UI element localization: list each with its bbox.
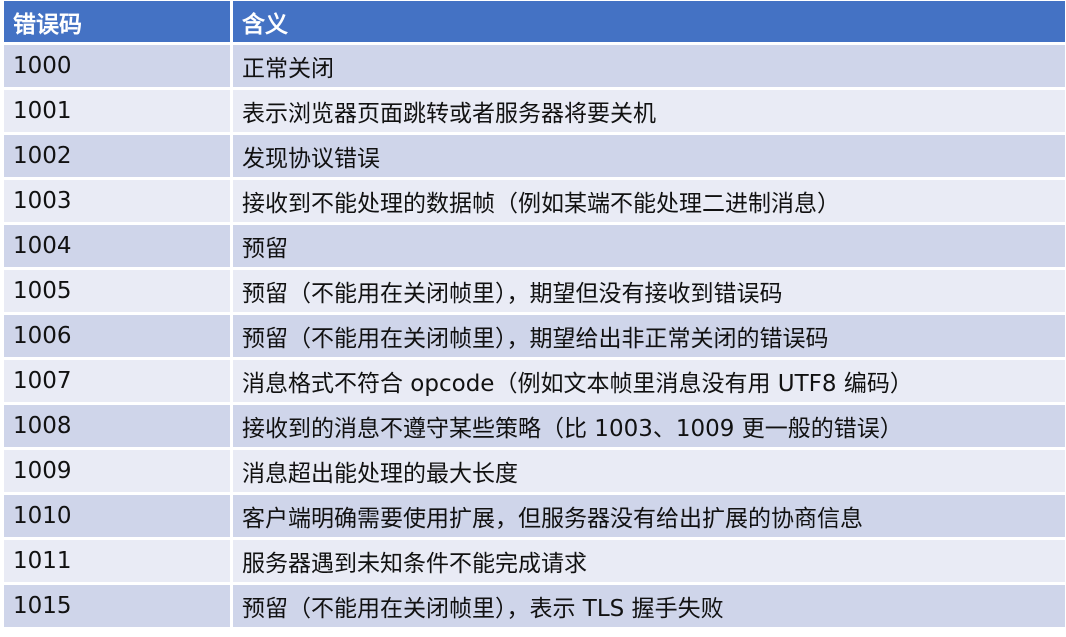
cell-meaning: 服务器遇到未知条件不能完成请求 [233, 540, 1065, 585]
cell-meaning: 客户端明确需要使用扩展，但服务器没有给出扩展的协商信息 [233, 495, 1065, 540]
header-meaning: 含义 [233, 1, 1065, 45]
cell-code: 1005 [4, 270, 233, 315]
error-code-table: 错误码 含义 1000 正常关闭 1001 表示浏览器页面跳转或者服务器将要关机… [4, 1, 1065, 630]
cell-meaning: 正常关闭 [233, 45, 1065, 90]
table-row: 1005 预留（不能用在关闭帧里），期望但没有接收到错误码 [4, 270, 1065, 315]
cell-code: 1009 [4, 450, 233, 495]
cell-code: 1003 [4, 180, 233, 225]
table-row: 1004 预留 [4, 225, 1065, 270]
cell-meaning: 接收到的消息不遵守某些策略（比 1003、1009 更一般的错误） [233, 405, 1065, 450]
table-row: 1009 消息超出能处理的最大长度 [4, 450, 1065, 495]
cell-meaning: 消息格式不符合 opcode（例如文本帧里消息没有用 UTF8 编码） [233, 360, 1065, 405]
error-code-table-container: 错误码 含义 1000 正常关闭 1001 表示浏览器页面跳转或者服务器将要关机… [4, 1, 1065, 630]
cell-meaning: 预留（不能用在关闭帧里），期望给出非正常关闭的错误码 [233, 315, 1065, 360]
table-row: 1011 服务器遇到未知条件不能完成请求 [4, 540, 1065, 585]
table-row: 1001 表示浏览器页面跳转或者服务器将要关机 [4, 90, 1065, 135]
cell-code: 1004 [4, 225, 233, 270]
cell-code: 1008 [4, 405, 233, 450]
cell-meaning: 预留（不能用在关闭帧里），表示 TLS 握手失败 [233, 585, 1065, 630]
cell-meaning: 表示浏览器页面跳转或者服务器将要关机 [233, 90, 1065, 135]
header-error-code: 错误码 [4, 1, 233, 45]
cell-code: 1002 [4, 135, 233, 180]
table-row: 1006 预留（不能用在关闭帧里），期望给出非正常关闭的错误码 [4, 315, 1065, 360]
table-row: 1007 消息格式不符合 opcode（例如文本帧里消息没有用 UTF8 编码） [4, 360, 1065, 405]
table-row: 1010 客户端明确需要使用扩展，但服务器没有给出扩展的协商信息 [4, 495, 1065, 540]
table-row: 1015 预留（不能用在关闭帧里），表示 TLS 握手失败 [4, 585, 1065, 630]
cell-code: 1010 [4, 495, 233, 540]
table-row: 1000 正常关闭 [4, 45, 1065, 90]
cell-code: 1001 [4, 90, 233, 135]
cell-meaning: 预留 [233, 225, 1065, 270]
cell-meaning: 消息超出能处理的最大长度 [233, 450, 1065, 495]
cell-code: 1006 [4, 315, 233, 360]
cell-code: 1007 [4, 360, 233, 405]
table-row: 1002 发现协议错误 [4, 135, 1065, 180]
cell-code: 1015 [4, 585, 233, 630]
cell-meaning: 预留（不能用在关闭帧里），期望但没有接收到错误码 [233, 270, 1065, 315]
cell-meaning: 发现协议错误 [233, 135, 1065, 180]
table-header-row: 错误码 含义 [4, 1, 1065, 45]
cell-code: 1011 [4, 540, 233, 585]
cell-meaning: 接收到不能处理的数据帧（例如某端不能处理二进制消息） [233, 180, 1065, 225]
cell-code: 1000 [4, 45, 233, 90]
table-row: 1003 接收到不能处理的数据帧（例如某端不能处理二进制消息） [4, 180, 1065, 225]
table-row: 1008 接收到的消息不遵守某些策略（比 1003、1009 更一般的错误） [4, 405, 1065, 450]
